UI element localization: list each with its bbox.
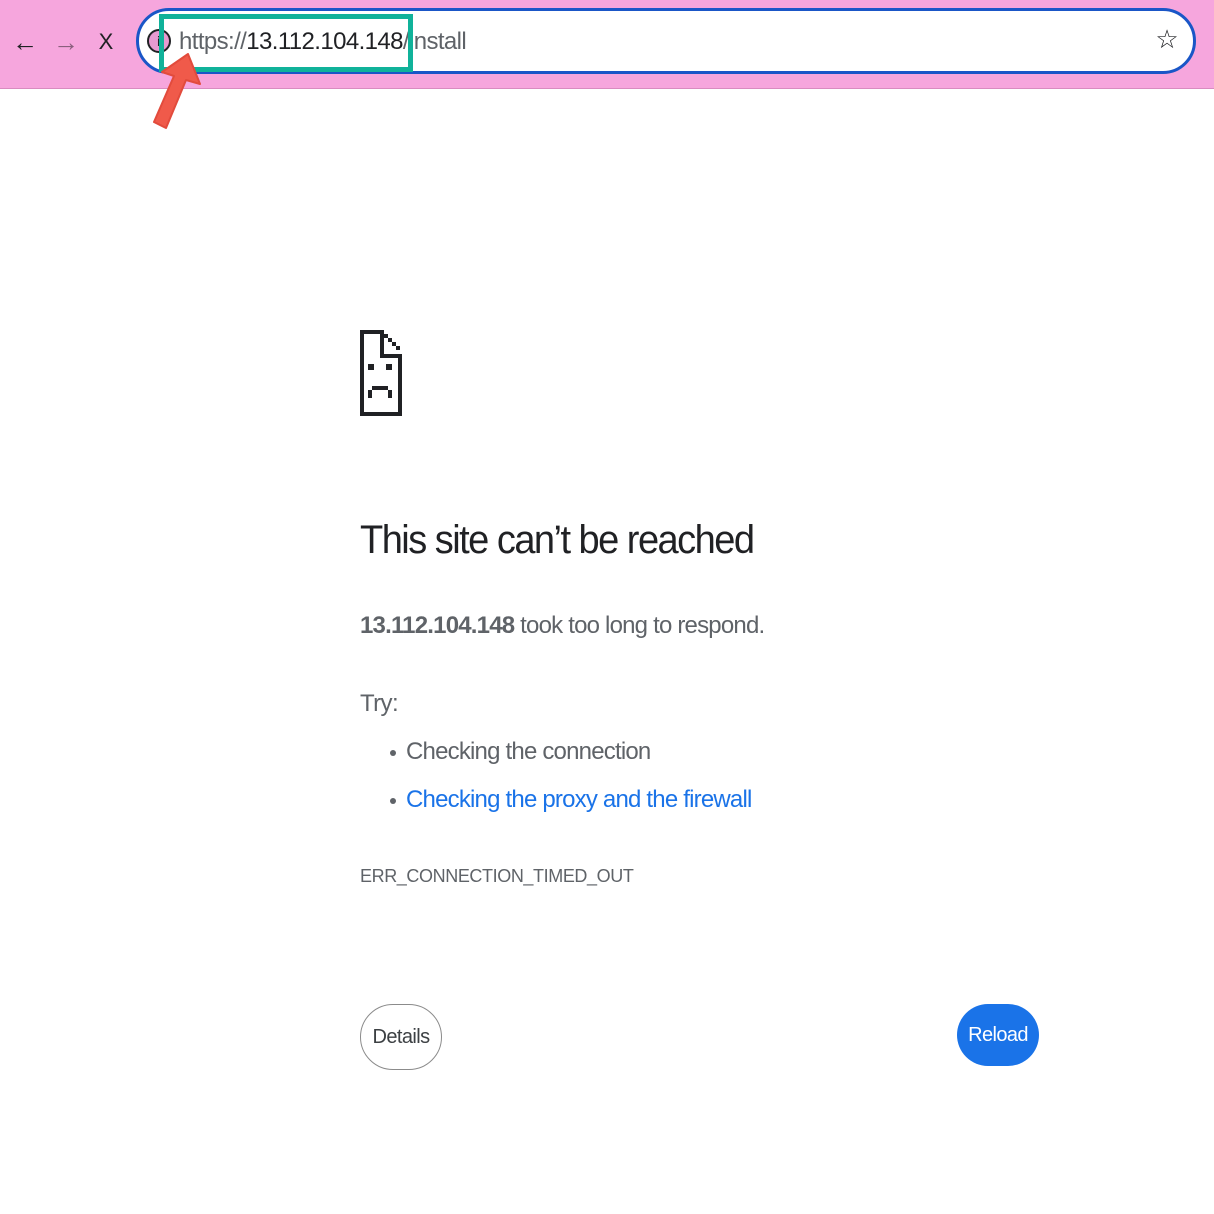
error-host: 13.112.104.148 xyxy=(360,612,515,639)
suggestion-proxy-firewall-link[interactable]: Checking the proxy and the firewall xyxy=(388,786,752,834)
stop-loading-button[interactable]: X xyxy=(90,26,122,58)
error-title: This site can’t be reached xyxy=(360,518,755,562)
back-arrow-icon: ← xyxy=(12,26,38,57)
annotation-arrow-icon xyxy=(153,53,201,129)
forward-button[interactable]: → xyxy=(50,26,82,58)
close-icon: X xyxy=(98,29,114,54)
suggestion-check-connection: Checking the connection xyxy=(388,738,752,786)
try-label: Try: xyxy=(360,690,399,717)
error-message: took too long to respond. xyxy=(514,612,765,639)
error-description: 13.112.104.148 took too long to respond. xyxy=(360,612,765,640)
back-button[interactable]: ← xyxy=(9,26,41,58)
sad-document-icon xyxy=(360,330,402,416)
reload-button[interactable]: Reload xyxy=(957,1004,1039,1066)
error-code: ERR_CONNECTION_TIMED_OUT xyxy=(360,866,634,886)
suggestion-list: Checking the connection Checking the pro… xyxy=(388,738,752,834)
details-button[interactable]: Details xyxy=(360,1004,442,1070)
address-bar[interactable]: i https://13.112.104.148/install ☆ xyxy=(136,8,1196,74)
forward-arrow-icon: → xyxy=(53,26,79,57)
bookmark-star-icon[interactable]: ☆ xyxy=(1153,25,1181,53)
